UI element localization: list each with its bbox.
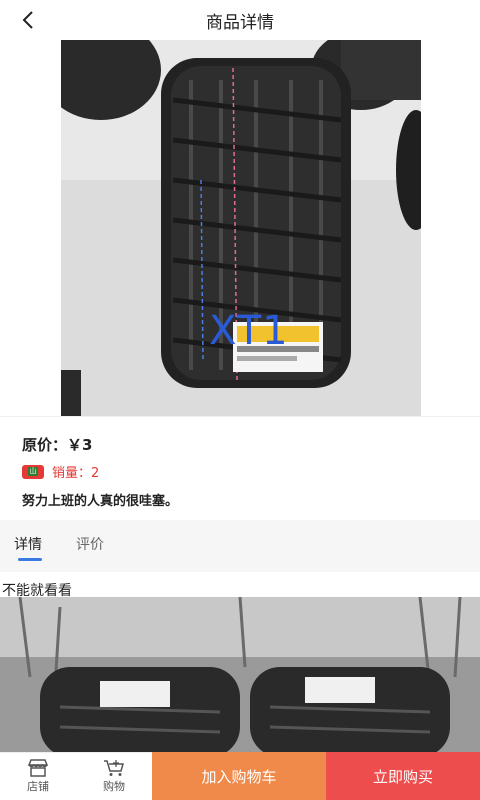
product-description: 努力上班的人真的很哇塞。 bbox=[22, 494, 179, 509]
buy-now-button[interactable]: 立即购买 bbox=[326, 752, 480, 800]
page-title: 商品详情 bbox=[206, 12, 274, 33]
sales-row: 山 销量：2 bbox=[22, 462, 99, 481]
cart-label: 购物 bbox=[103, 780, 125, 793]
store-badge-icon: 山 bbox=[22, 464, 44, 479]
shopping-cart-icon bbox=[104, 760, 124, 776]
tab-bar: 详情 评价 bbox=[0, 520, 480, 572]
product-image[interactable]: XT1 bbox=[0, 40, 480, 416]
bottom-action-bar: 店铺 购物 加入购物车 立即购买 bbox=[0, 752, 480, 800]
badge-mark: 山 bbox=[28, 467, 38, 476]
tire-photo bbox=[61, 40, 421, 416]
model-overlay-text: XT1 bbox=[209, 308, 289, 354]
tires-photo bbox=[0, 597, 480, 757]
active-tab-indicator bbox=[18, 558, 42, 561]
tab-reviews[interactable]: 评价 bbox=[76, 534, 104, 554]
original-price: 原价：￥3 bbox=[22, 436, 93, 454]
cart-button[interactable]: 购物 bbox=[76, 752, 152, 800]
store-icon bbox=[27, 759, 49, 777]
back-button[interactable] bbox=[12, 4, 44, 36]
sales-count: 销量：2 bbox=[52, 466, 100, 481]
tab-details[interactable]: 详情 bbox=[14, 534, 42, 554]
product-info: 原价：￥3 山 销量：2 努力上班的人真的很哇塞。 bbox=[0, 416, 480, 520]
chevron-left-icon bbox=[22, 11, 33, 29]
add-to-cart-button[interactable]: 加入购物车 bbox=[152, 752, 326, 800]
store-label: 店铺 bbox=[27, 780, 49, 793]
product-detail-screen: 商品详情 XT1 原价：￥3 山 销量：2 努力上班的人真的很哇塞。 详情 评价… bbox=[0, 0, 480, 800]
store-button[interactable]: 店铺 bbox=[0, 752, 76, 800]
header: 商品详情 bbox=[0, 0, 480, 40]
detail-image[interactable] bbox=[0, 597, 480, 757]
